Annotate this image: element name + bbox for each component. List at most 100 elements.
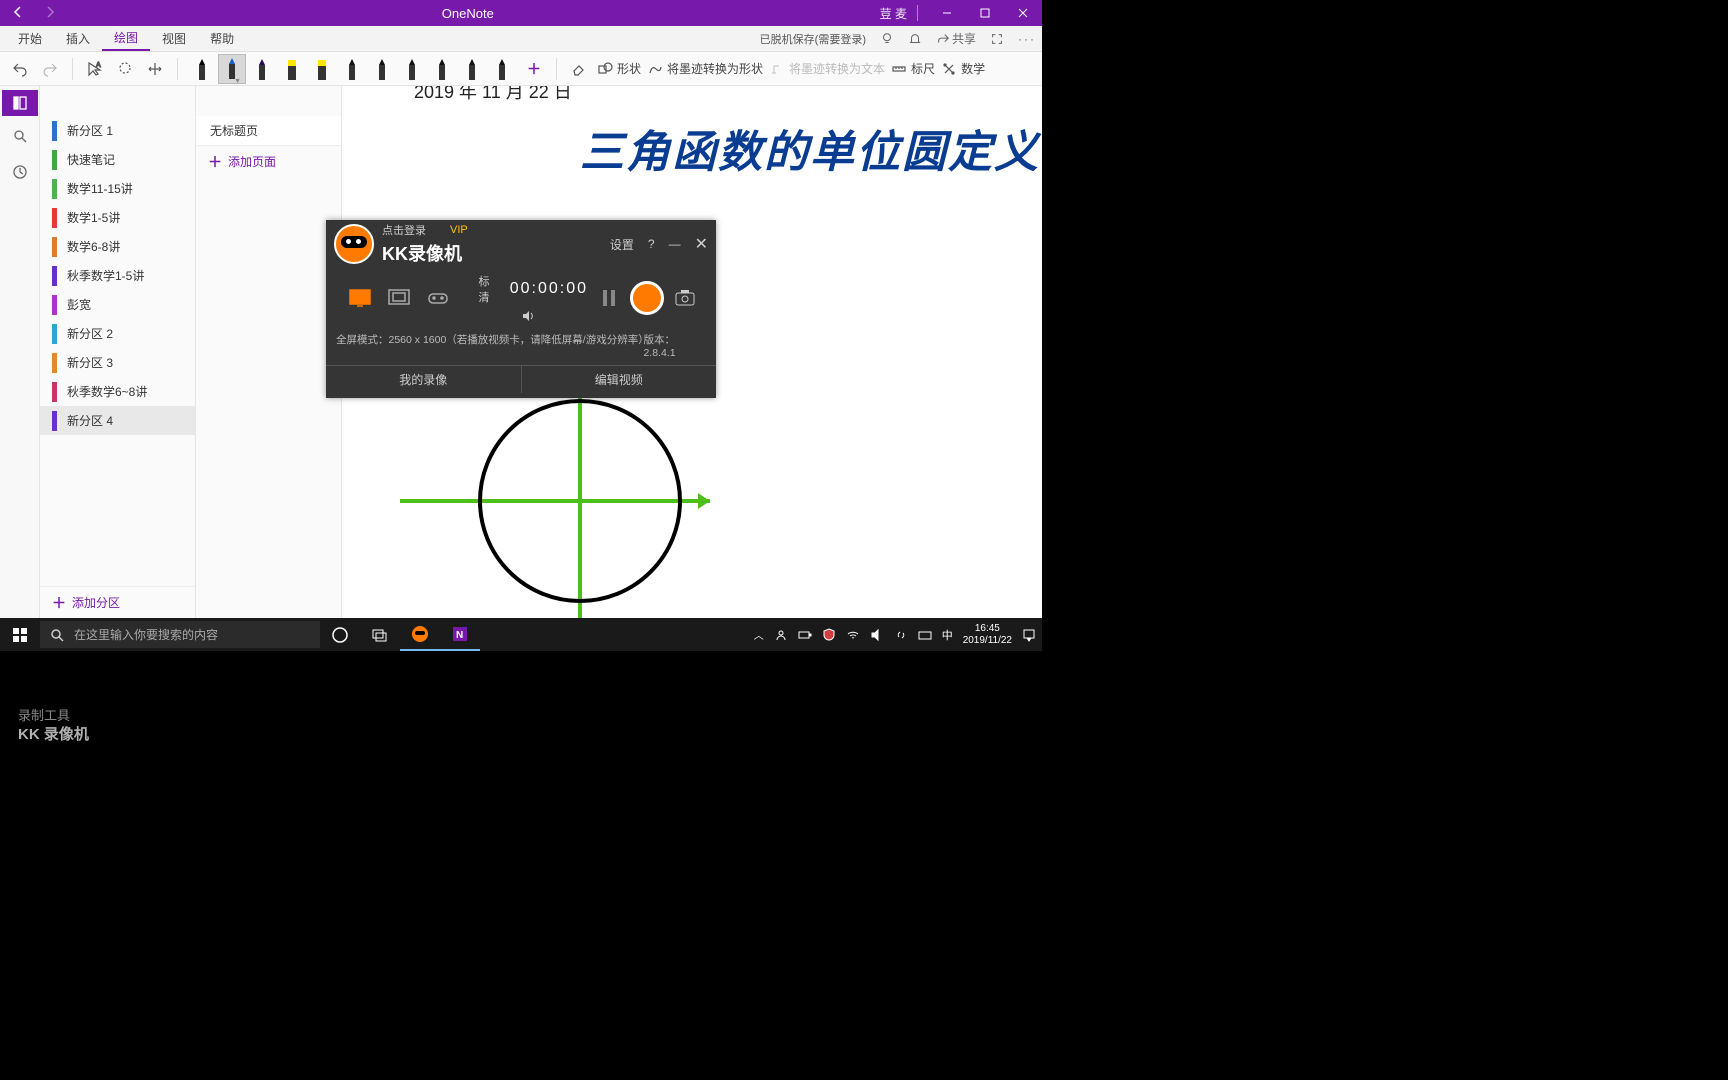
pen-4[interactable] [308, 54, 336, 84]
tray-clock[interactable]: 16:45 2019/11/22 [963, 623, 1012, 647]
eraser-tool[interactable] [567, 57, 591, 81]
tray-security-icon[interactable] [822, 628, 836, 642]
section-item[interactable]: 秋季数学6~8讲 [40, 377, 195, 406]
menu-view[interactable]: 视图 [150, 26, 198, 51]
maximize-button[interactable] [966, 0, 1004, 26]
pan-tool[interactable] [143, 57, 167, 81]
pen-3[interactable] [278, 54, 306, 84]
recorder-bottom-tabs: 我的录像 编辑视频 [326, 365, 716, 393]
ruler-button[interactable]: 标尺 [891, 60, 935, 77]
taskbar-search[interactable]: 在这里输入你要搜索的内容 [40, 621, 320, 648]
page-date: 2019 年 11 月 22 日 [414, 86, 572, 104]
close-button[interactable] [1004, 0, 1042, 26]
recorder-tab-edit[interactable]: 编辑视频 [522, 366, 717, 393]
recorder-controls: 标清 00:00:00 [326, 268, 716, 328]
pen-9[interactable] [458, 54, 486, 84]
pen-2[interactable] [248, 54, 276, 84]
lightbulb-icon[interactable] [880, 32, 894, 46]
recorder-close-button[interactable]: ✕ [695, 234, 708, 254]
text-select-tool[interactable]: A [83, 57, 107, 81]
kk-recorder-window[interactable]: 点击登录 VIP KK录像机 设置 ? — ✕ 标清 00:00:00 [326, 220, 716, 398]
section-item[interactable]: 数学6-8讲 [40, 232, 195, 261]
recorder-settings-button[interactable]: 设置 [610, 236, 634, 253]
recorder-brand: KK录像机 [382, 240, 468, 266]
add-page-button[interactable]: ＋添加页面 [196, 145, 341, 177]
recorder-tab-recordings[interactable]: 我的录像 [326, 366, 522, 393]
recorder-record-button[interactable] [630, 281, 664, 315]
undo-button[interactable] [8, 57, 32, 81]
tray-people-icon[interactable] [774, 628, 788, 642]
section-item[interactable]: 新分区 2 [40, 319, 195, 348]
math-button[interactable]: 数学 [941, 60, 985, 77]
watermark: 录制工具 KK 录像机 [18, 708, 89, 744]
section-item[interactable]: 数学1-5讲 [40, 203, 195, 232]
back-icon[interactable] [12, 6, 24, 21]
recorder-pause-button[interactable] [598, 287, 620, 309]
recorder-vip-label[interactable]: VIP [450, 224, 468, 236]
onenote-taskbar-icon[interactable]: N [440, 618, 480, 651]
section-item[interactable]: 数学11-15讲 [40, 174, 195, 203]
pen-8[interactable] [428, 54, 456, 84]
taskview-icon[interactable] [360, 618, 400, 651]
cortana-icon[interactable] [320, 618, 360, 651]
recorder-screenshot-button[interactable] [674, 287, 696, 309]
shapes-button[interactable]: 形状 [597, 60, 641, 77]
pen-6[interactable] [368, 54, 396, 84]
recorder-quality[interactable]: 标清 [479, 273, 496, 305]
pen-5[interactable] [338, 54, 366, 84]
save-status[interactable]: 已脱机保存(需要登录) [760, 31, 866, 47]
left-rail [0, 86, 40, 618]
tray-wifi-icon[interactable] [846, 628, 860, 642]
pen-1[interactable]: ▼ [218, 54, 246, 84]
section-item[interactable]: 新分区 4 [40, 406, 195, 435]
user-label[interactable]: 荳 麦 [880, 5, 928, 22]
recorder-help-button[interactable]: ? [648, 237, 655, 251]
pen-7[interactable] [398, 54, 426, 84]
more-icon[interactable]: ··· [1018, 32, 1036, 46]
menu-insert[interactable]: 插入 [54, 26, 102, 51]
tray-keyboard-icon[interactable] [918, 628, 932, 642]
add-section-button[interactable]: ＋添加分区 [40, 586, 195, 618]
redo-button[interactable] [38, 57, 62, 81]
kk-recorder-taskbar-icon[interactable] [400, 618, 440, 651]
page-item[interactable]: 无标题页 [196, 116, 341, 145]
pen-10[interactable] [488, 54, 516, 84]
add-pen-button[interactable]: ＋ [522, 59, 546, 79]
menu-start[interactable]: 开始 [6, 26, 54, 51]
bell-icon[interactable] [908, 32, 922, 46]
ink-to-shape-button[interactable]: 将墨迹转换为形状 [647, 60, 763, 77]
tray-volume-icon[interactable] [870, 628, 884, 642]
recorder-mode-fullscreen[interactable] [346, 286, 375, 310]
section-item[interactable]: 新分区 1 [40, 116, 195, 145]
search-button[interactable] [4, 120, 36, 152]
section-item[interactable]: 新分区 3 [40, 348, 195, 377]
recorder-minimize-button[interactable]: — [669, 237, 681, 251]
section-item[interactable]: 彭宽 [40, 290, 195, 319]
forward-icon[interactable] [44, 6, 56, 21]
tray-battery-icon[interactable] [798, 628, 812, 642]
tray-ime[interactable]: 中 [942, 627, 953, 643]
recorder-audio-icon[interactable] [521, 309, 535, 323]
recorder-timer: 00:00:00 [510, 280, 588, 298]
menu-help[interactable]: 帮助 [198, 26, 246, 51]
recorder-mode-game[interactable] [424, 286, 453, 310]
tray-link-icon[interactable] [894, 628, 908, 642]
nav-toggle-button[interactable] [2, 90, 38, 116]
draw-toolbar: A ▼ ＋ 形状 将墨迹转换为形状 将墨迹转换为文本 标尺 数学 [0, 52, 1042, 86]
recorder-mode-region[interactable] [385, 286, 414, 310]
menu-draw[interactable]: 绘图 [102, 26, 150, 51]
pen-0[interactable] [188, 54, 216, 84]
svg-text:N: N [456, 630, 463, 641]
section-item[interactable]: 快速笔记 [40, 145, 195, 174]
recorder-login-link[interactable]: 点击登录 [382, 222, 426, 238]
fullscreen-icon[interactable] [990, 32, 1004, 46]
section-item[interactable]: 秋季数学1-5讲 [40, 261, 195, 290]
tray-chevron-up-icon[interactable]: ︿ [754, 627, 764, 642]
menubar: 开始 插入 绘图 视图 帮助 已脱机保存(需要登录) 共享 ··· [0, 26, 1042, 52]
tray-notifications-icon[interactable] [1022, 628, 1036, 642]
share-button[interactable]: 共享 [936, 30, 976, 47]
lasso-tool[interactable] [113, 57, 137, 81]
minimize-button[interactable] [928, 0, 966, 26]
recent-button[interactable] [4, 156, 36, 188]
start-button[interactable] [0, 618, 40, 651]
